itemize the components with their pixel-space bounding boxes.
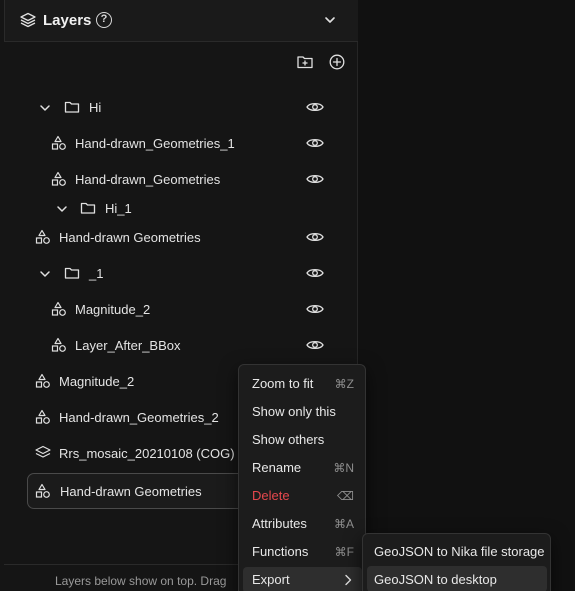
menu-item-geojson-to-desktop[interactable]: GeoJSON to desktop	[367, 566, 547, 591]
folder-icon	[64, 101, 80, 113]
layer-label: Hand-drawn Geometries	[60, 484, 202, 499]
layer-label: Hi_1	[105, 201, 132, 216]
layers-stack-icon	[35, 445, 51, 458]
folder-icon	[80, 202, 96, 214]
help-icon[interactable]: ?	[96, 12, 112, 28]
layer-row-geometry[interactable]: Hand-drawn Geometries	[0, 223, 358, 251]
eye-icon[interactable]	[306, 266, 324, 280]
layer-label: Rrs_mosaic_20210108 (COG)	[59, 446, 235, 461]
menu-item-export[interactable]: Export	[243, 567, 362, 591]
layer-label: Hand-drawn Geometries	[59, 230, 201, 245]
layer-label: Hi	[89, 100, 102, 115]
export-submenu: GeoJSON to Nika file storage GeoJSON to …	[362, 533, 551, 591]
eye-icon[interactable]	[306, 230, 324, 244]
chevron-down-icon[interactable]	[323, 13, 337, 27]
layer-row-folder-hi-1[interactable]: Hi_1	[0, 194, 358, 222]
layers-stack-icon	[20, 12, 36, 28]
layer-row-geometry[interactable]: Layer_After_BBox	[0, 331, 358, 359]
shapes-icon	[35, 483, 50, 498]
add-layer-icon[interactable]	[328, 53, 346, 71]
menu-item-delete[interactable]: Delete ⌫	[243, 483, 362, 509]
menu-item-show-others[interactable]: Show others	[243, 427, 362, 453]
layer-row-geometry[interactable]: Magnitude_2	[0, 295, 358, 323]
menu-item-rename[interactable]: Rename ⌘N	[243, 455, 362, 481]
eye-icon[interactable]	[306, 338, 324, 352]
folder-icon	[64, 267, 80, 279]
layer-label: _1	[89, 266, 104, 281]
add-folder-icon[interactable]	[296, 53, 314, 71]
menu-item-functions[interactable]: Functions ⌘F	[243, 539, 362, 565]
menu-item-show-only-this[interactable]: Show only this	[243, 399, 362, 425]
eye-icon[interactable]	[306, 136, 324, 150]
chevron-right-icon	[345, 574, 352, 586]
layer-label: Layer_After_BBox	[75, 338, 181, 353]
backspace-icon: ⌫	[337, 489, 354, 503]
layer-label: Hand-drawn_Geometries_2	[59, 410, 219, 425]
menu-item-attributes[interactable]: Attributes ⌘A	[243, 511, 362, 537]
shapes-icon	[35, 229, 50, 244]
menu-item-zoom-to-fit[interactable]: Zoom to fit ⌘Z	[243, 371, 362, 397]
layer-label: Magnitude_2	[75, 302, 151, 317]
menu-item-geojson-to-nika-storage[interactable]: GeoJSON to Nika file storage	[367, 538, 547, 564]
layer-label: Hand-drawn_Geometries_1	[75, 136, 235, 151]
chevron-down-icon[interactable]	[38, 101, 52, 115]
eye-icon[interactable]	[306, 302, 324, 316]
shapes-icon	[51, 301, 66, 316]
layer-context-menu: Zoom to fit ⌘Z Show only this Show other…	[238, 364, 366, 591]
app-window: Layers ? Hi Hand-drawn_Geometries_1 Hand…	[0, 0, 575, 591]
layer-row-folder-hi[interactable]: Hi	[0, 93, 358, 121]
eye-icon[interactable]	[306, 100, 324, 114]
layers-panel-header[interactable]: Layers ?	[4, 0, 358, 42]
layer-label: Hand-drawn_Geometries	[75, 172, 221, 187]
shapes-icon	[51, 135, 66, 150]
shapes-icon	[51, 337, 66, 352]
layer-row-folder-1[interactable]: _1	[0, 259, 358, 287]
layer-row-geometry[interactable]: Hand-drawn_Geometries	[0, 165, 358, 193]
footer-hint: Layers below show on top. Drag	[55, 574, 227, 588]
layer-row-geometry[interactable]: Hand-drawn_Geometries_1	[0, 129, 358, 157]
chevron-down-icon[interactable]	[38, 267, 52, 281]
shapes-icon	[35, 409, 50, 424]
shapes-icon	[35, 373, 50, 388]
shapes-icon	[51, 171, 66, 186]
layer-label: Magnitude_2	[59, 374, 135, 389]
panel-title: Layers	[43, 12, 92, 29]
eye-icon[interactable]	[306, 172, 324, 186]
chevron-down-icon[interactable]	[55, 202, 69, 216]
